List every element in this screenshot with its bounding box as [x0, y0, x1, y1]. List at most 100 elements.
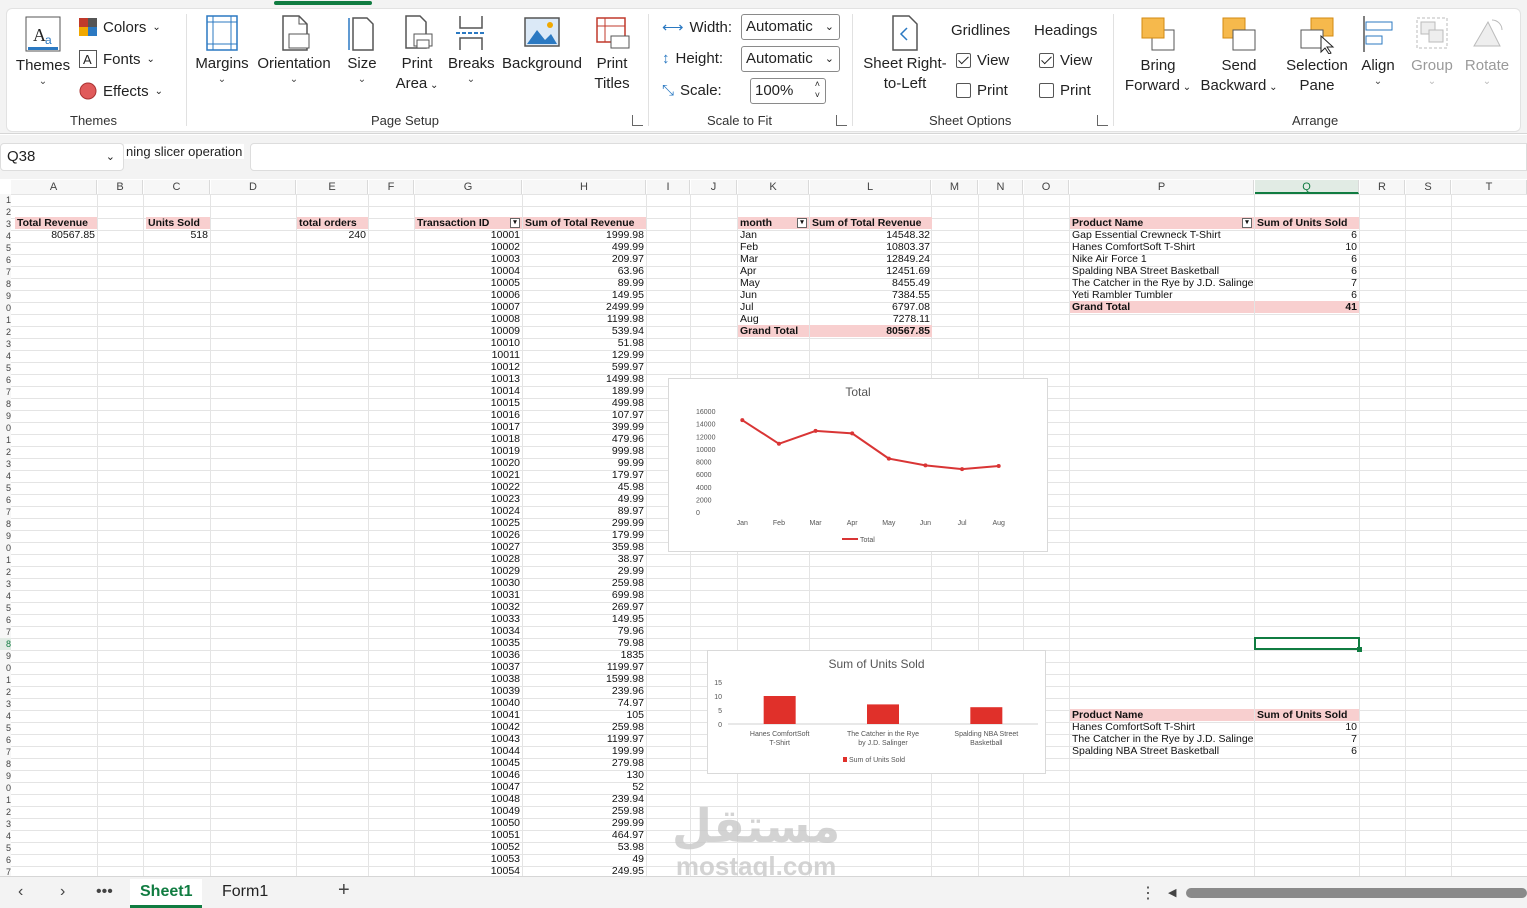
month-revenue-cell[interactable]: 7278.11	[810, 313, 932, 325]
column-header[interactable]: O	[1024, 180, 1069, 194]
column-header[interactable]: F	[369, 180, 414, 194]
name-box[interactable]: Q38 ⌄	[0, 143, 124, 171]
transaction-revenue-cell[interactable]: 1835	[523, 649, 646, 661]
total-orders-value[interactable]: 240	[297, 229, 368, 241]
row-header[interactable]: 1	[0, 554, 11, 566]
row-header[interactable]: 8	[0, 398, 11, 410]
transaction-revenue-cell[interactable]: 179.99	[523, 529, 646, 541]
month-revenue-cell[interactable]: 6797.08	[810, 301, 932, 313]
product-units-cell[interactable]: 6	[1255, 265, 1359, 277]
total-orders-label[interactable]: total orders	[297, 217, 368, 229]
height-dropdown[interactable]: Automatic ⌄	[741, 46, 840, 72]
transaction-revenue-cell[interactable]: 107.97	[523, 409, 646, 421]
background-button[interactable]: Background	[500, 14, 584, 74]
row-header[interactable]: 2	[0, 566, 11, 578]
add-sheet-icon[interactable]: +	[338, 879, 350, 902]
transaction-id-cell[interactable]: 10010	[415, 337, 522, 349]
month-revenue-cell[interactable]: 7384.55	[810, 289, 932, 301]
transaction-revenue-cell[interactable]: 149.95	[523, 613, 646, 625]
row-header[interactable]: 4	[0, 590, 11, 602]
send-backward-button[interactable]: Send Backward ⌄	[1200, 14, 1278, 98]
transaction-revenue-cell[interactable]: 49.99	[523, 493, 646, 505]
data-point[interactable]	[960, 467, 965, 472]
column-header[interactable]: L	[810, 180, 931, 194]
filter-active-icon[interactable]: ▾	[1242, 218, 1252, 228]
transaction-revenue-cell[interactable]: 45.98	[523, 481, 646, 493]
gridlines-print-checkbox[interactable]: Print	[956, 82, 1008, 99]
product-name-cell[interactable]: Yeti Rambler Tumbler	[1070, 289, 1254, 301]
top-product-name-cell[interactable]: Hanes ComfortSoft T-Shirt	[1070, 721, 1254, 733]
series-line-total[interactable]	[741, 419, 999, 471]
transaction-id-cell[interactable]: 10034	[415, 625, 522, 637]
transaction-revenue-cell[interactable]: 53.98	[523, 841, 646, 853]
transaction-id-cell[interactable]: 10014	[415, 385, 522, 397]
transaction-revenue-cell[interactable]: 51.98	[523, 337, 646, 349]
column-header[interactable]: N	[979, 180, 1023, 194]
orientation-button[interactable]: Orientation ⌄	[256, 14, 332, 86]
transaction-id-cell[interactable]: 10029	[415, 565, 522, 577]
month-cell[interactable]: Jan	[738, 229, 809, 241]
transaction-revenue-cell[interactable]: 399.99	[523, 421, 646, 433]
month-cell[interactable]: Jun	[738, 289, 809, 301]
transaction-id-cell[interactable]: 10001	[415, 229, 522, 241]
product-units-cell[interactable]: 6	[1255, 253, 1359, 265]
transaction-id-cell[interactable]: 10003	[415, 253, 522, 265]
transaction-revenue-cell[interactable]: 599.97	[523, 361, 646, 373]
month-revenue-cell[interactable]: 12849.24	[810, 253, 932, 265]
row-header[interactable]: 1	[0, 674, 11, 686]
row-header[interactable]: 5	[0, 482, 11, 494]
month-cell[interactable]: Aug	[738, 313, 809, 325]
transaction-id-cell[interactable]: 10037	[415, 661, 522, 673]
breaks-button[interactable]: Breaks ⌄	[448, 14, 495, 86]
transaction-revenue-cell[interactable]: 279.98	[523, 757, 646, 769]
product-units-cell[interactable]: 6	[1255, 229, 1359, 241]
column-header[interactable]: K	[738, 180, 809, 194]
align-button[interactable]: Align ⌄	[1356, 14, 1400, 88]
transaction-id-cell[interactable]: 10013	[415, 373, 522, 385]
scale-spinner[interactable]: 100% ˄ ˅	[750, 78, 826, 104]
top-product-name-cell[interactable]: Spalding NBA Street Basketball	[1070, 745, 1254, 757]
transaction-revenue-cell[interactable]: 699.98	[523, 589, 646, 601]
transaction-id-cell[interactable]: 10028	[415, 553, 522, 565]
transaction-revenue-cell[interactable]: 199.99	[523, 745, 646, 757]
bring-forward-button[interactable]: Bring Forward ⌄	[1122, 14, 1194, 98]
month-revenue-cell[interactable]: 10803.37	[810, 241, 932, 253]
transaction-revenue-cell[interactable]: 259.98	[523, 577, 646, 589]
column-header[interactable]: Q	[1255, 180, 1359, 194]
row-header[interactable]: 1	[0, 194, 11, 206]
row-header[interactable]: 3	[0, 818, 11, 830]
transaction-id-cell[interactable]: 10015	[415, 397, 522, 409]
bar-chart-units-sold[interactable]: Sum of Units Sold 15 10 5 0 Hanes ComfortSof…	[707, 650, 1046, 774]
data-point[interactable]	[850, 431, 855, 436]
row-header[interactable]: 6	[0, 494, 11, 506]
row-header[interactable]: 2	[0, 326, 11, 338]
transaction-id-cell[interactable]: 10032	[415, 601, 522, 613]
transaction-revenue-cell[interactable]: 239.96	[523, 685, 646, 697]
column-header[interactable]: B	[98, 180, 143, 194]
row-header[interactable]: 0	[0, 422, 11, 434]
transaction-revenue-cell[interactable]: 149.95	[523, 289, 646, 301]
transaction-revenue-cell[interactable]: 499.99	[523, 241, 646, 253]
data-point[interactable]	[886, 456, 891, 461]
transaction-id-cell[interactable]: 10036	[415, 649, 522, 661]
transaction-revenue-cell[interactable]: 179.97	[523, 469, 646, 481]
monthly-grand-total-value[interactable]: 80567.85	[810, 325, 932, 337]
row-header[interactable]: 6	[0, 374, 11, 386]
product-name-cell[interactable]: The Catcher in the Rye by J.D. Salinger	[1070, 277, 1254, 289]
transaction-id-cell[interactable]: 10025	[415, 517, 522, 529]
row-header[interactable]: 1	[0, 314, 11, 326]
row-header[interactable]: 1	[0, 794, 11, 806]
month-cell[interactable]: May	[738, 277, 809, 289]
transaction-id-cell[interactable]: 10047	[415, 781, 522, 793]
column-header[interactable]: I	[647, 180, 690, 194]
fonts-button[interactable]: A Fonts ⌄	[79, 50, 155, 68]
transaction-id-cell[interactable]: 10007	[415, 301, 522, 313]
filter-dropdown-icon[interactable]: ▾	[797, 218, 807, 228]
transaction-id-cell[interactable]: 10049	[415, 805, 522, 817]
data-point[interactable]	[740, 418, 745, 423]
transaction-id-cell[interactable]: 10008	[415, 313, 522, 325]
transaction-revenue-cell[interactable]: 89.99	[523, 277, 646, 289]
transaction-revenue-cell[interactable]: 209.97	[523, 253, 646, 265]
transaction-id-cell[interactable]: 10043	[415, 733, 522, 745]
transaction-revenue-cell[interactable]: 52	[523, 781, 646, 793]
